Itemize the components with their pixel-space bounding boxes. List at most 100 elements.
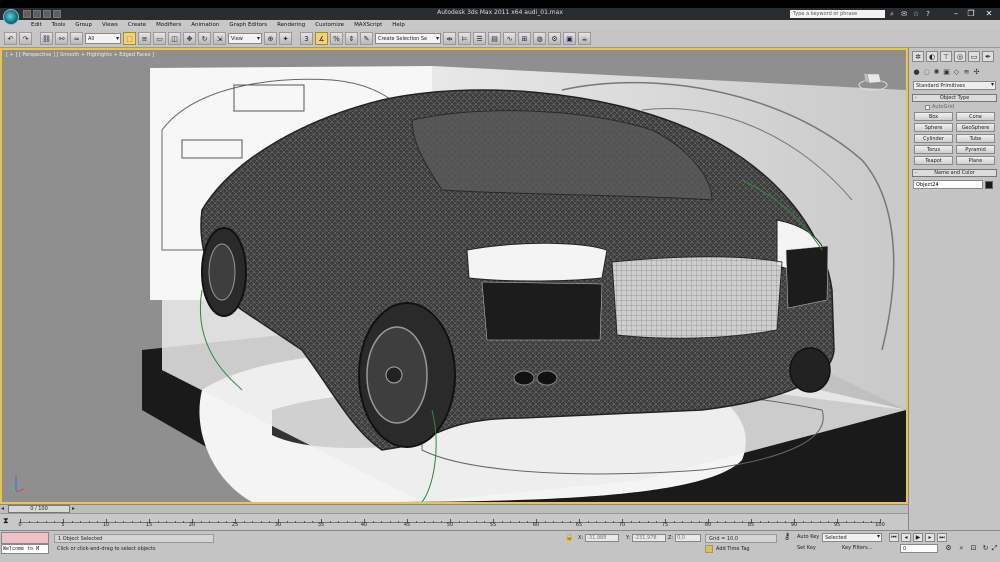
search-input[interactable]: Type a keyword or phrase bbox=[790, 10, 885, 18]
time-slider-next-icon[interactable]: ▸ bbox=[72, 505, 75, 513]
plane-button[interactable]: Plane bbox=[956, 156, 995, 165]
favorites-star-icon[interactable]: ☆ bbox=[912, 10, 920, 18]
menu-animation[interactable]: Animation bbox=[186, 20, 224, 30]
percent-snap-icon[interactable]: % bbox=[330, 32, 343, 45]
menu-help[interactable]: Help bbox=[387, 20, 410, 30]
undo-icon[interactable]: ↶ bbox=[4, 32, 17, 45]
shapes-icon[interactable]: ◌ bbox=[922, 68, 931, 77]
align-icon[interactable]: ⊨ bbox=[458, 32, 471, 45]
go-to-start-icon[interactable]: ⏮ bbox=[889, 533, 899, 542]
primitive-type-dropdown[interactable]: Standard Primitives bbox=[913, 81, 996, 90]
spinner-snap-icon[interactable]: ⇕ bbox=[345, 32, 358, 45]
go-to-end-icon[interactable]: ⏭ bbox=[937, 533, 947, 542]
redo-icon[interactable]: ↷ bbox=[19, 32, 32, 45]
geosphere-button[interactable]: GeoSphere bbox=[956, 123, 995, 132]
utilities-tab-icon[interactable]: ✒ bbox=[982, 51, 994, 62]
render-setup-icon[interactable]: ⚙ bbox=[548, 32, 561, 45]
add-time-tag[interactable]: Add Time Tag bbox=[705, 545, 750, 553]
track-bar[interactable]: ⧗ 0 5 10 15 20 25 30 35 40 45 50 55 60 65 70 75 80 85 90 95… bbox=[0, 513, 908, 530]
zoom-icon[interactable]: ⌕ bbox=[957, 544, 966, 553]
named-selection-dropdown[interactable]: Create Selection Se bbox=[375, 33, 441, 44]
object-type-rollout[interactable]: Object Type bbox=[912, 94, 997, 102]
bind-space-warp-icon[interactable]: ≈ bbox=[70, 32, 83, 45]
geometry-icon[interactable]: ● bbox=[912, 68, 921, 77]
maxscript-listener-output[interactable]: Welcome to M bbox=[1, 544, 49, 554]
auto-key-button[interactable]: Auto Key bbox=[797, 533, 819, 542]
object-name-field[interactable] bbox=[913, 180, 983, 189]
create-tab-icon[interactable]: ✲ bbox=[912, 51, 924, 62]
previous-frame-icon[interactable]: ◂ bbox=[901, 533, 911, 542]
motion-tab-icon[interactable]: ◎ bbox=[954, 51, 966, 62]
key-mode-dropdown[interactable]: Selected bbox=[822, 533, 882, 542]
current-frame-field[interactable]: 0 bbox=[900, 544, 938, 553]
box-button[interactable]: Box bbox=[914, 112, 953, 121]
pyramid-button[interactable]: Pyramid bbox=[956, 145, 995, 154]
communication-center-icon[interactable]: ✉ bbox=[900, 10, 908, 18]
perspective-viewport[interactable]: [ + ] [ Perspective ] [ Smooth + Highlig… bbox=[0, 48, 908, 504]
pivot-center-icon[interactable]: ⊕ bbox=[264, 32, 277, 45]
next-frame-icon[interactable]: ▸ bbox=[925, 533, 935, 542]
play-icon[interactable]: ▶ bbox=[913, 533, 923, 542]
select-and-manipulate-icon[interactable]: ✦ bbox=[279, 32, 292, 45]
time-slider[interactable]: ◂ 0 / 100 ▸ bbox=[0, 504, 908, 513]
mini-curve-editor-icon[interactable]: ⧗ bbox=[3, 516, 15, 526]
binoculars-icon[interactable]: ⌕ bbox=[888, 10, 896, 18]
minimize-icon[interactable]: – bbox=[950, 9, 962, 18]
maximize-viewport-icon[interactable]: ⤢ bbox=[990, 544, 999, 553]
cone-button[interactable]: Cone bbox=[956, 112, 995, 121]
cylinder-button[interactable]: Cylinder bbox=[914, 134, 953, 143]
torus-button[interactable]: Torus bbox=[914, 145, 953, 154]
cameras-icon[interactable]: ▣ bbox=[942, 68, 951, 77]
menu-graph-editors[interactable]: Graph Editors bbox=[224, 20, 272, 30]
selection-filter-dropdown[interactable]: All bbox=[85, 33, 121, 44]
object-color-swatch[interactable] bbox=[985, 180, 993, 189]
maximize-icon[interactable]: ❐ bbox=[965, 9, 977, 18]
autogrid-checkbox[interactable]: AutoGrid bbox=[925, 104, 984, 110]
help-icon[interactable]: ? bbox=[924, 10, 932, 18]
set-key-icon[interactable]: ⚷ bbox=[780, 532, 794, 543]
systems-icon[interactable]: ✣ bbox=[972, 68, 981, 77]
menu-group[interactable]: Group bbox=[70, 20, 97, 30]
rectangular-selection-icon[interactable]: ▭ bbox=[153, 32, 166, 45]
set-key-button[interactable]: Set Key bbox=[797, 544, 816, 553]
teapot-button[interactable]: Teapot bbox=[914, 156, 953, 165]
hierarchy-tab-icon[interactable]: ⊤ bbox=[940, 51, 952, 62]
space-warps-icon[interactable]: ≋ bbox=[962, 68, 971, 77]
y-coordinate-field[interactable] bbox=[632, 534, 667, 542]
layer-manager-icon[interactable]: ☰ bbox=[473, 32, 486, 45]
menu-edit[interactable]: Edit bbox=[26, 20, 47, 30]
window-crossing-icon[interactable]: ◫ bbox=[168, 32, 181, 45]
orbit-icon[interactable]: ↻ bbox=[981, 544, 990, 553]
app-logo-icon[interactable] bbox=[3, 9, 19, 25]
mirror-icon[interactable]: ⇹ bbox=[443, 32, 456, 45]
material-editor-icon[interactable]: ◍ bbox=[533, 32, 546, 45]
helpers-icon[interactable]: ◇ bbox=[952, 68, 961, 77]
menu-modifiers[interactable]: Modifiers bbox=[151, 20, 186, 30]
key-filters-button[interactable]: Key Filters... bbox=[842, 544, 872, 553]
snaps-toggle-icon[interactable]: 3 bbox=[300, 32, 313, 45]
select-object-icon[interactable]: ⬚ bbox=[123, 32, 136, 45]
angle-snap-icon[interactable]: ∡ bbox=[315, 32, 328, 45]
select-and-link-icon[interactable]: ⛓ bbox=[40, 32, 53, 45]
time-slider-thumb[interactable]: 0 / 100 bbox=[8, 505, 70, 513]
rendered-frame-window-icon[interactable]: ▣ bbox=[563, 32, 576, 45]
selection-lock-icon[interactable]: 🔒 bbox=[565, 533, 574, 542]
menu-customize[interactable]: Customize bbox=[310, 20, 349, 30]
menu-rendering[interactable]: Rendering bbox=[272, 20, 310, 30]
curve-editor-icon[interactable]: ∿ bbox=[503, 32, 516, 45]
sphere-button[interactable]: Sphere bbox=[914, 123, 953, 132]
maxscript-mini-listener[interactable] bbox=[1, 532, 49, 544]
select-and-scale-icon[interactable]: ⇲ bbox=[213, 32, 226, 45]
lights-icon[interactable]: ✺ bbox=[932, 68, 941, 77]
viewport-label[interactable]: [ + ] [ Perspective ] [ Smooth + Highlig… bbox=[6, 52, 154, 58]
menu-views[interactable]: Views bbox=[97, 20, 123, 30]
tube-button[interactable]: Tube bbox=[956, 134, 995, 143]
schematic-view-icon[interactable]: ⊞ bbox=[518, 32, 531, 45]
graphite-ribbon-icon[interactable]: ▤ bbox=[488, 32, 501, 45]
edit-named-selection-icon[interactable]: ✎ bbox=[360, 32, 373, 45]
menu-tools[interactable]: Tools bbox=[47, 20, 71, 30]
autogrid-checkbox-box[interactable] bbox=[925, 104, 930, 110]
modify-tab-icon[interactable]: ◐ bbox=[926, 51, 938, 62]
time-slider-prev-icon[interactable]: ◂ bbox=[1, 505, 4, 513]
unlink-icon[interactable]: ⚯ bbox=[55, 32, 68, 45]
